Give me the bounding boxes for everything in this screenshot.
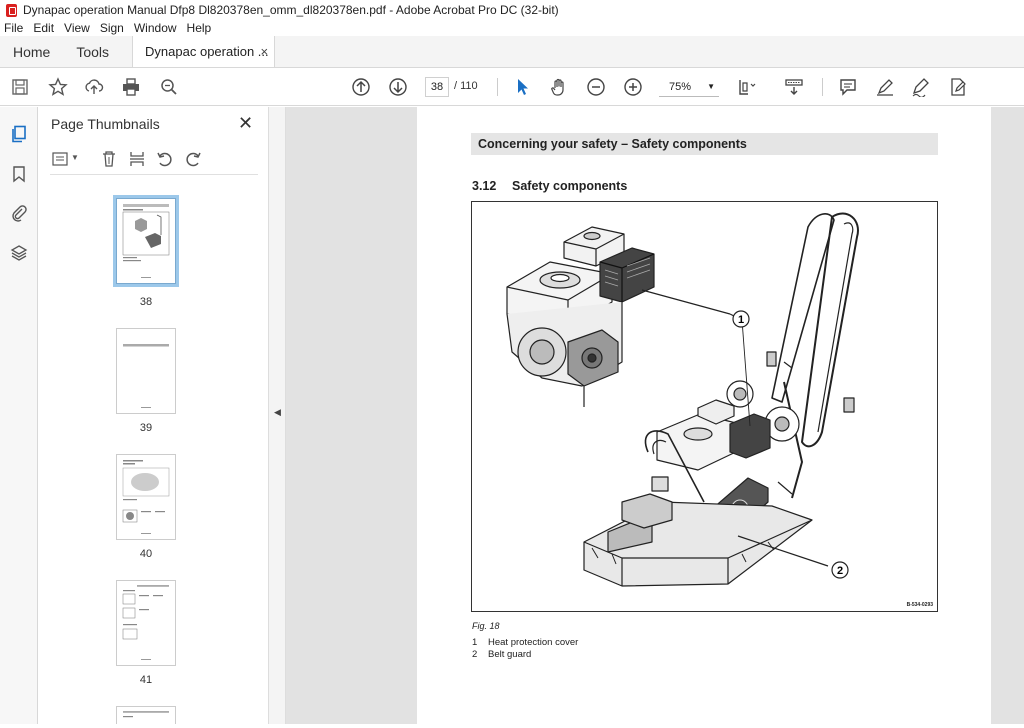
highlight-pen-icon[interactable] [875,77,895,97]
find-zoom-icon[interactable] [159,77,179,97]
toolbar-divider [497,78,498,96]
thumbnail-page-39[interactable] [116,328,176,414]
figure-code: B-534-0293 [906,602,933,608]
bookmarks-icon[interactable] [9,164,29,184]
document-view: Concerning your safety – Safety componen… [286,107,1024,724]
previous-page-icon[interactable] [351,77,371,97]
thumbnail-toolbar: ▼ [50,147,258,175]
print-icon[interactable] [121,77,141,97]
title-bar: Dynapac operation Manual Dfp8 Dl820378en… [0,0,1024,20]
thumbnail-preview-image [123,711,169,718]
comment-icon[interactable] [838,77,858,97]
zoom-in-icon[interactable] [623,77,643,97]
section-number: 3.12 [472,179,497,193]
thumbnail-preview-image [122,204,170,278]
page-number-input[interactable]: 38 [425,77,449,97]
thumbnail-label: 41 [139,674,153,686]
thumbnail-page-next[interactable] [116,706,176,724]
edit-pdf-icon[interactable] [948,77,968,97]
next-page-icon[interactable] [388,77,408,97]
select-cursor-icon[interactable] [512,77,532,97]
menu-bar: File Edit View Sign Window Help [0,20,1024,36]
window-title: Dynapac operation Manual Dfp8 Dl820378en… [23,3,559,17]
delete-page-icon[interactable] [100,150,118,168]
tab-home[interactable]: Home [0,36,63,67]
thumbnail-page-40[interactable] [116,454,176,540]
figure-legend: 1 Heat protection cover 2 Belt guard [472,637,578,660]
legend-item: 2 Belt guard [472,649,578,661]
section-heading: 3.12 Safety components [472,179,627,193]
page-fit-icon[interactable] [737,77,757,97]
bookmark-star-icon[interactable] [48,77,68,97]
menu-help[interactable]: Help [187,21,212,35]
figure-caption: Fig. 18 [472,621,500,631]
panel-title: Page Thumbnails [51,116,160,132]
navigation-rail [0,107,38,724]
close-tab-icon[interactable]: × [260,44,268,59]
legend-number: 1 [472,637,478,648]
callout-label: 2 [837,565,843,577]
zoom-out-icon[interactable] [586,77,606,97]
panel-collapse-strip[interactable]: ◀ [268,107,286,724]
thumbnail-label: 40 [139,548,153,560]
document-gutter [991,107,1024,724]
menu-sign[interactable]: Sign [100,21,124,35]
page-total: / 110 [454,80,478,92]
attachments-paperclip-icon[interactable] [9,203,29,223]
thumbnail-label: 39 [139,422,153,434]
acrobat-app-icon [6,3,17,17]
save-icon[interactable] [10,77,30,97]
thumbnail-label: 38 [139,296,153,308]
legend-item: 1 Heat protection cover [472,637,578,649]
tab-tools[interactable]: Tools [63,36,122,67]
menu-file[interactable]: File [4,21,23,35]
collapse-panel-arrow-icon[interactable]: ◀ [274,407,281,418]
menu-window[interactable]: Window [134,21,177,35]
layers-icon[interactable] [9,243,29,263]
legend-text: Heat protection cover [488,637,579,648]
cloud-upload-icon[interactable] [84,77,104,97]
tab-bar: Home Tools Dynapac operation ... × [0,36,1024,68]
rotate-counterclockwise-icon[interactable] [156,150,174,168]
main-toolbar: 38 / 110 75% ▼ [0,68,1024,106]
tab-document[interactable]: Dynapac operation ... × [132,36,276,67]
callout-label: 1 [738,314,744,326]
legend-text: Belt guard [488,648,532,660]
zoom-level-value: 75% [669,81,692,93]
page-thumbnails-panel: Page Thumbnails ✕ ▼ 38 39 40 41 [38,107,302,724]
legend-number: 2 [472,648,478,660]
page-header: Concerning your safety – Safety componen… [471,133,938,155]
sign-icon[interactable] [911,77,931,97]
rotate-clockwise-icon[interactable] [184,150,202,168]
scroll-mode-icon[interactable] [784,77,804,97]
thumbnail-preview-image [122,585,169,660]
insert-page-icon[interactable] [128,150,146,168]
toolbar-divider [822,78,823,96]
chevron-down-icon: ▼ [71,153,79,162]
zoom-level-dropdown[interactable]: 75% ▼ [659,77,719,97]
plate-compactor-illustration: 1 2 [506,212,859,587]
thumbnail-preview-image [122,460,170,534]
menu-edit[interactable]: Edit [33,21,54,35]
pdf-page: Concerning your safety – Safety componen… [417,107,991,724]
hand-tool-icon[interactable] [549,77,569,97]
figure-frame: 1 2 B-534-0293 [471,201,938,612]
menu-view[interactable]: View [64,21,90,35]
thumbnail-page-41[interactable] [116,580,176,666]
thumbnail-page-38[interactable] [113,195,179,287]
chevron-down-icon: ▼ [707,82,715,91]
section-title: Safety components [512,179,628,193]
page-thumbnails-icon[interactable] [9,124,29,144]
thumbnail-options-icon[interactable] [52,150,70,168]
close-panel-icon[interactable]: ✕ [238,113,253,134]
thumbnail-preview-image [123,344,169,408]
tab-document-label: Dynapac operation ... [145,44,269,59]
